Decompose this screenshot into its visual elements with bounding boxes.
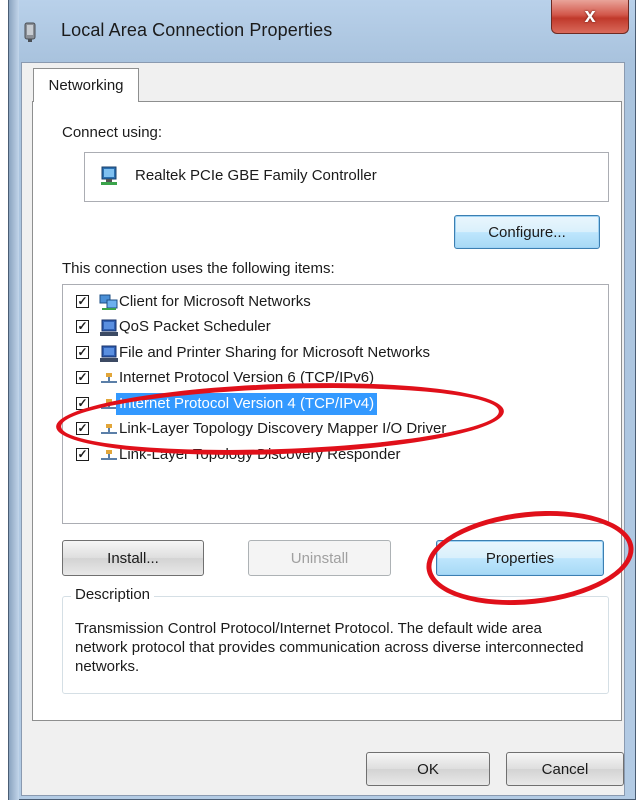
protocol-icon xyxy=(99,370,119,388)
items-listbox[interactable]: ✓ Client for Microsoft Networks ✓ QoS Packe… xyxy=(62,284,609,524)
item-label: Client for Microsoft Networks xyxy=(119,293,311,310)
item-checkbox[interactable]: ✓ xyxy=(76,422,89,435)
list-item[interactable]: ✓ Link-Layer Topology Discovery Mapper I/… xyxy=(63,418,533,442)
item-label: Link-Layer Topology Discovery Responder xyxy=(119,446,401,463)
cancel-button[interactable]: Cancel xyxy=(506,752,624,786)
connect-using-label: Connect using: xyxy=(62,124,163,141)
protocol-icon xyxy=(99,447,119,465)
install-button-label: Install... xyxy=(107,549,159,567)
adapter-field: Realtek PCIe GBE Family Controller xyxy=(84,152,609,202)
network-card-icon xyxy=(101,166,117,185)
item-label: File and Printer Sharing for Microsoft N… xyxy=(119,344,430,361)
network-adapter-icon xyxy=(24,22,36,42)
items-label: This connection uses the following items… xyxy=(62,260,335,277)
ok-button-label: OK xyxy=(417,760,439,778)
adapter-name: Realtek PCIe GBE Family Controller xyxy=(135,167,377,184)
list-item[interactable]: ✓ Client for Microsoft Networks xyxy=(63,291,533,315)
item-checkbox[interactable]: ✓ xyxy=(76,295,89,308)
properties-button[interactable]: Properties xyxy=(436,540,604,576)
description-legend: Description xyxy=(71,586,155,603)
list-item[interactable]: ✓ Internet Protocol Version 6 (TCP/IPv6) xyxy=(63,367,533,391)
list-item[interactable]: ✓ QoS Packet Scheduler xyxy=(63,316,533,340)
computer-service-icon xyxy=(99,345,119,363)
uninstall-button-label: Uninstall xyxy=(290,549,349,567)
list-item[interactable]: ✓ Link-Layer Topology Discovery Responder xyxy=(63,444,533,468)
properties-button-label: Properties xyxy=(485,549,555,567)
description-text: Transmission Control Protocol/Internet P… xyxy=(75,620,584,675)
item-checkbox[interactable]: ✓ xyxy=(76,346,89,359)
close-button[interactable]: x xyxy=(551,0,629,34)
install-button[interactable]: Install... xyxy=(62,540,204,576)
window-frame-edge xyxy=(9,0,19,800)
protocol-icon xyxy=(99,421,119,439)
title-bar[interactable]: Local Area Connection Properties xyxy=(9,0,635,62)
network-client-icon xyxy=(99,294,119,312)
configure-button[interactable]: Configure... xyxy=(454,215,600,249)
computer-service-icon xyxy=(99,319,119,337)
item-checkbox[interactable]: ✓ xyxy=(76,371,89,384)
item-checkbox[interactable]: ✓ xyxy=(76,320,89,333)
list-item[interactable]: ✓ File and Printer Sharing for Microsoft … xyxy=(63,342,533,366)
item-checkbox[interactable]: ✓ xyxy=(76,397,89,410)
item-label: QoS Packet Scheduler xyxy=(119,318,271,335)
item-label: Link-Layer Topology Discovery Mapper I/O… xyxy=(119,420,447,437)
list-item[interactable]: ✓ Internet Protocol Version 4 (TCP/IPv4) xyxy=(63,393,533,417)
tab-label: Networking xyxy=(48,77,124,94)
item-label: Internet Protocol Version 6 (TCP/IPv6) xyxy=(119,369,375,386)
tab-networking[interactable]: Networking xyxy=(33,68,139,102)
item-checkbox[interactable]: ✓ xyxy=(76,448,89,461)
window-title: Local Area Connection Properties xyxy=(61,20,333,40)
close-icon: x xyxy=(584,5,596,27)
uninstall-button: Uninstall xyxy=(248,540,391,576)
configure-button-label: Configure... xyxy=(488,223,566,241)
cancel-button-label: Cancel xyxy=(541,760,589,778)
description-group: Description Transmission Control Protoco… xyxy=(62,586,609,694)
item-label: Internet Protocol Version 4 (TCP/IPv4) xyxy=(116,393,378,415)
ok-button[interactable]: OK xyxy=(366,752,490,786)
